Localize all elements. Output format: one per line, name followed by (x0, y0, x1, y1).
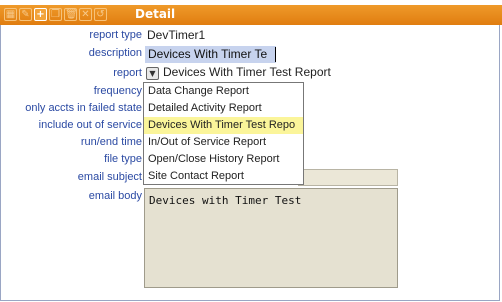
include-out-of-service-label: include out of service (38, 119, 142, 131)
dropdown-option[interactable]: Open/Close History Report (144, 151, 303, 168)
email-body-textarea[interactable]: Devices with Timer Test (144, 188, 398, 288)
delete-icon[interactable]: 🗑 (64, 8, 78, 21)
copy-icon[interactable]: ❐ (49, 8, 62, 21)
text-caret (275, 47, 276, 62)
description-input[interactable]: Devices With Timer Te (145, 46, 276, 63)
file-type-label: file type (104, 153, 142, 165)
panel-title: Detail (135, 7, 176, 21)
dropdown-option[interactable]: Site Contact Report (144, 168, 303, 185)
frequency-label: frequency (93, 85, 142, 97)
email-body-label: email body (88, 190, 142, 202)
edit-icon[interactable]: ✎ (19, 8, 32, 21)
email-subject-input[interactable] (298, 169, 398, 186)
report-label: report (113, 67, 142, 79)
report-type-label: report type (89, 29, 142, 41)
dropdown-option[interactable]: Data Change Report (144, 83, 303, 100)
report-select-value[interactable]: Devices With Timer Test Report (163, 65, 331, 79)
only-accts-failed-label: only accts in failed state (25, 102, 142, 114)
dropdown-option[interactable]: In/Out of Service Report (144, 134, 303, 151)
title-bar: ▦ ✎ + ❐ 🗑 ✕ ↺ Detail (0, 5, 502, 25)
report-dropdown-list: Data Change Report Detailed Activity Rep… (143, 82, 304, 185)
run-end-time-label: run/end time (80, 136, 142, 148)
add-icon[interactable]: + (34, 8, 47, 21)
dropdown-option[interactable]: Detailed Activity Report (144, 100, 303, 117)
description-label: description (88, 47, 142, 59)
report-type-value: DevTimer1 (147, 28, 206, 42)
undo-icon[interactable]: ↺ (94, 8, 107, 21)
close-icon[interactable]: ✕ (79, 8, 92, 21)
email-subject-label: email subject (77, 171, 142, 183)
grid-icon[interactable]: ▦ (4, 8, 17, 21)
select-arrow-icon[interactable]: ▼ (146, 67, 159, 80)
dropdown-option-highlighted[interactable]: Devices With Timer Test Repo (144, 117, 303, 134)
